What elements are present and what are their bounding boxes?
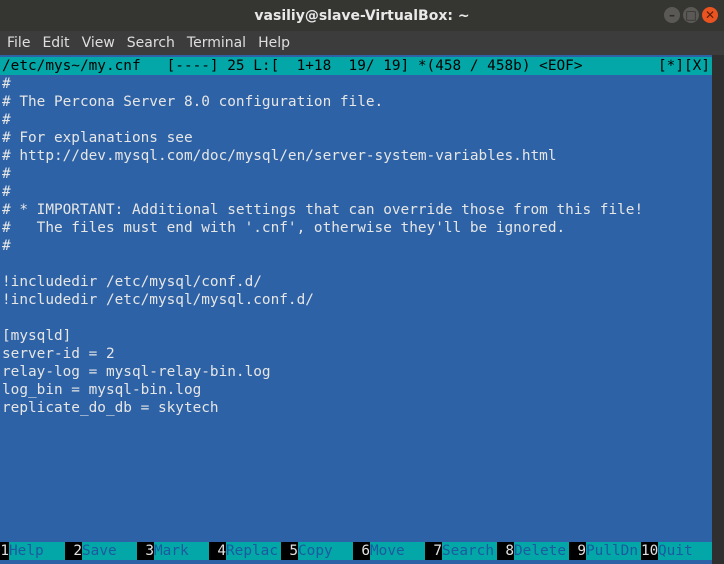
menu-file[interactable]: File [7,35,30,51]
text-line[interactable]: # The Percona Server 8.0 configuration f… [2,93,383,111]
text-line[interactable]: server-id = 2 [2,345,115,363]
terminal-scrollbar[interactable] [712,55,724,564]
f10-quit-key[interactable]: 10Quit [641,542,693,560]
f2-save-key[interactable]: 2Save [65,542,117,560]
text-line[interactable]: # [2,183,11,201]
function-key-bar: 1Help 2Save 3Mark 4Replac 5Copy 6Move 7S… [0,542,712,560]
window-state-flags: [*][X] [658,58,710,74]
text-line[interactable]: !includedir /etc/mysql/mysql.conf.d/ [2,291,314,309]
menu-search[interactable]: Search [127,35,175,51]
f6-move-key[interactable]: 6Move [353,542,405,560]
menu-view[interactable]: View [82,35,115,51]
text-line[interactable]: # [2,111,11,129]
text-line[interactable]: # [2,237,11,255]
file-status: /etc/mys~/my.cnf [----] 25 L:[ 1+18 19/ … [2,58,583,74]
text-line[interactable]: replicate_do_db = skytech [2,399,219,417]
maximize-button[interactable]: □ [683,7,699,23]
menu-help[interactable]: Help [258,35,290,51]
close-button[interactable]: ✕ [702,7,718,23]
f8-delete-key[interactable]: 8Delete [497,542,566,560]
f4-replace-key[interactable]: 4Replac [209,542,278,560]
text-line[interactable]: log_bin = mysql-bin.log [2,381,201,399]
menu-edit[interactable]: Edit [42,35,69,51]
f7-search-key[interactable]: 7Search [425,542,494,560]
text-line[interactable]: # * IMPORTANT: Additional settings that … [2,201,643,219]
menu-bar: File Edit View Search Terminal Help [0,31,724,55]
editor-status-bar: /etc/mys~/my.cnf [----] 25 L:[ 1+18 19/ … [0,57,712,75]
f5-copy-key[interactable]: 5Copy [281,542,333,560]
f1-help-key[interactable]: 1Help [0,542,44,560]
text-line[interactable]: # [2,165,11,183]
text-line[interactable]: # The files must end with '.cnf', otherw… [2,219,565,237]
minimize-button[interactable]: – [664,7,680,23]
text-line[interactable]: relay-log = mysql-relay-bin.log [2,363,271,381]
terminal-window: vasiliy@slave-VirtualBox: ~ – □ ✕ File E… [0,0,724,564]
f3-mark-key[interactable]: 3Mark [137,542,189,560]
f9-pulldown-key[interactable]: 9PullDn [569,542,638,560]
text-line[interactable]: [mysqld] [2,327,71,345]
text-line[interactable]: # For explanations see [2,129,193,147]
window-title: vasiliy@slave-VirtualBox: ~ [254,7,470,24]
window-controls: – □ ✕ [664,7,718,23]
text-line[interactable]: !includedir /etc/mysql/conf.d/ [2,273,262,291]
text-line[interactable]: # [2,75,11,93]
text-line[interactable]: # http://dev.mysql.com/doc/mysql/en/serv… [2,147,557,165]
title-bar[interactable]: vasiliy@slave-VirtualBox: ~ – □ ✕ [0,0,724,31]
menu-terminal[interactable]: Terminal [187,35,246,51]
